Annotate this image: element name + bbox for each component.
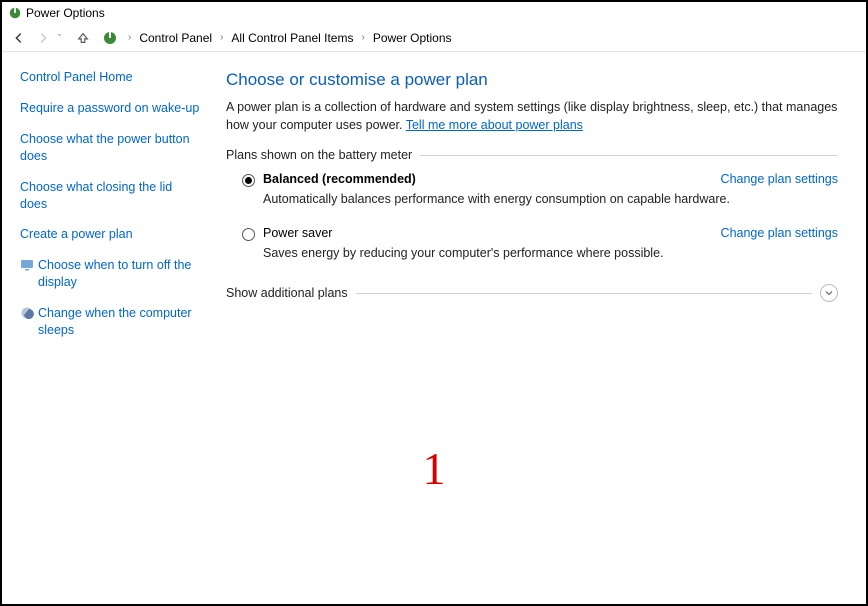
chevron-right-icon[interactable]: ›: [359, 32, 366, 43]
sidebar: Control Panel Home Require a password on…: [2, 52, 212, 604]
change-settings-balanced[interactable]: Change plan settings: [721, 172, 838, 186]
forward-button[interactable]: [34, 29, 52, 47]
expand-chevron-icon[interactable]: [820, 284, 838, 302]
back-button[interactable]: [10, 29, 28, 47]
plans-section-label: Plans shown on the battery meter: [226, 148, 412, 162]
plan-name-balanced[interactable]: Balanced (recommended): [263, 172, 416, 186]
radio-balanced[interactable]: [242, 174, 255, 187]
sidebar-link-closing-lid[interactable]: Choose what closing the lid does: [20, 179, 200, 213]
sidebar-link-computer-sleeps[interactable]: Change when the computer sleeps: [38, 305, 202, 339]
intro-text: A power plan is a collection of hardware…: [226, 98, 838, 134]
plan-desc-balanced: Automatically balances performance with …: [263, 191, 838, 208]
navbar: ˇ › Control Panel › All Control Panel It…: [2, 24, 866, 52]
breadcrumb-power-options[interactable]: Power Options: [371, 29, 454, 47]
breadcrumb-all-items[interactable]: All Control Panel Items: [229, 29, 355, 47]
page-title: Choose or customise a power plan: [226, 70, 838, 90]
main-panel: Choose or customise a power plan A power…: [212, 52, 866, 604]
tell-me-more-link[interactable]: Tell me more about power plans: [406, 118, 583, 132]
sidebar-link-create-plan[interactable]: Create a power plan: [20, 226, 200, 243]
plan-power-saver: Power saver Change plan settings Saves e…: [226, 226, 838, 280]
change-settings-power-saver[interactable]: Change plan settings: [721, 226, 838, 240]
plans-section-header: Plans shown on the battery meter: [226, 148, 838, 162]
divider: [420, 155, 838, 156]
divider: [356, 293, 812, 294]
plan-desc-power-saver: Saves energy by reducing your computer's…: [263, 245, 838, 262]
show-additional-label: Show additional plans: [226, 286, 348, 300]
recent-dropdown[interactable]: ˇ: [58, 33, 68, 43]
plan-name-power-saver[interactable]: Power saver: [263, 226, 332, 240]
chevron-right-icon[interactable]: ›: [218, 32, 225, 43]
power-options-icon: [8, 6, 22, 20]
display-off-icon: [20, 258, 34, 272]
sidebar-link-require-password[interactable]: Require a password on wake-up: [20, 100, 200, 117]
sidebar-link-turn-off-display[interactable]: Choose when to turn off the display: [38, 257, 202, 291]
sidebar-link-power-button[interactable]: Choose what the power button does: [20, 131, 200, 165]
plan-balanced: Balanced (recommended) Change plan setti…: [226, 172, 838, 226]
address-icon[interactable]: [102, 30, 118, 46]
up-button[interactable]: [74, 29, 92, 47]
control-panel-home-link[interactable]: Control Panel Home: [20, 70, 202, 84]
content: Control Panel Home Require a password on…: [2, 52, 866, 604]
show-additional-plans[interactable]: Show additional plans: [226, 284, 838, 302]
radio-power-saver[interactable]: [242, 228, 255, 241]
breadcrumb-control-panel[interactable]: Control Panel: [137, 29, 214, 47]
chevron-right-icon[interactable]: ›: [126, 32, 133, 43]
breadcrumb: › Control Panel › All Control Panel Item…: [124, 29, 858, 47]
titlebar: Power Options: [2, 2, 866, 24]
annotation-marker: 1: [423, 442, 446, 495]
window-title: Power Options: [26, 6, 105, 20]
sleep-icon: [20, 306, 34, 320]
